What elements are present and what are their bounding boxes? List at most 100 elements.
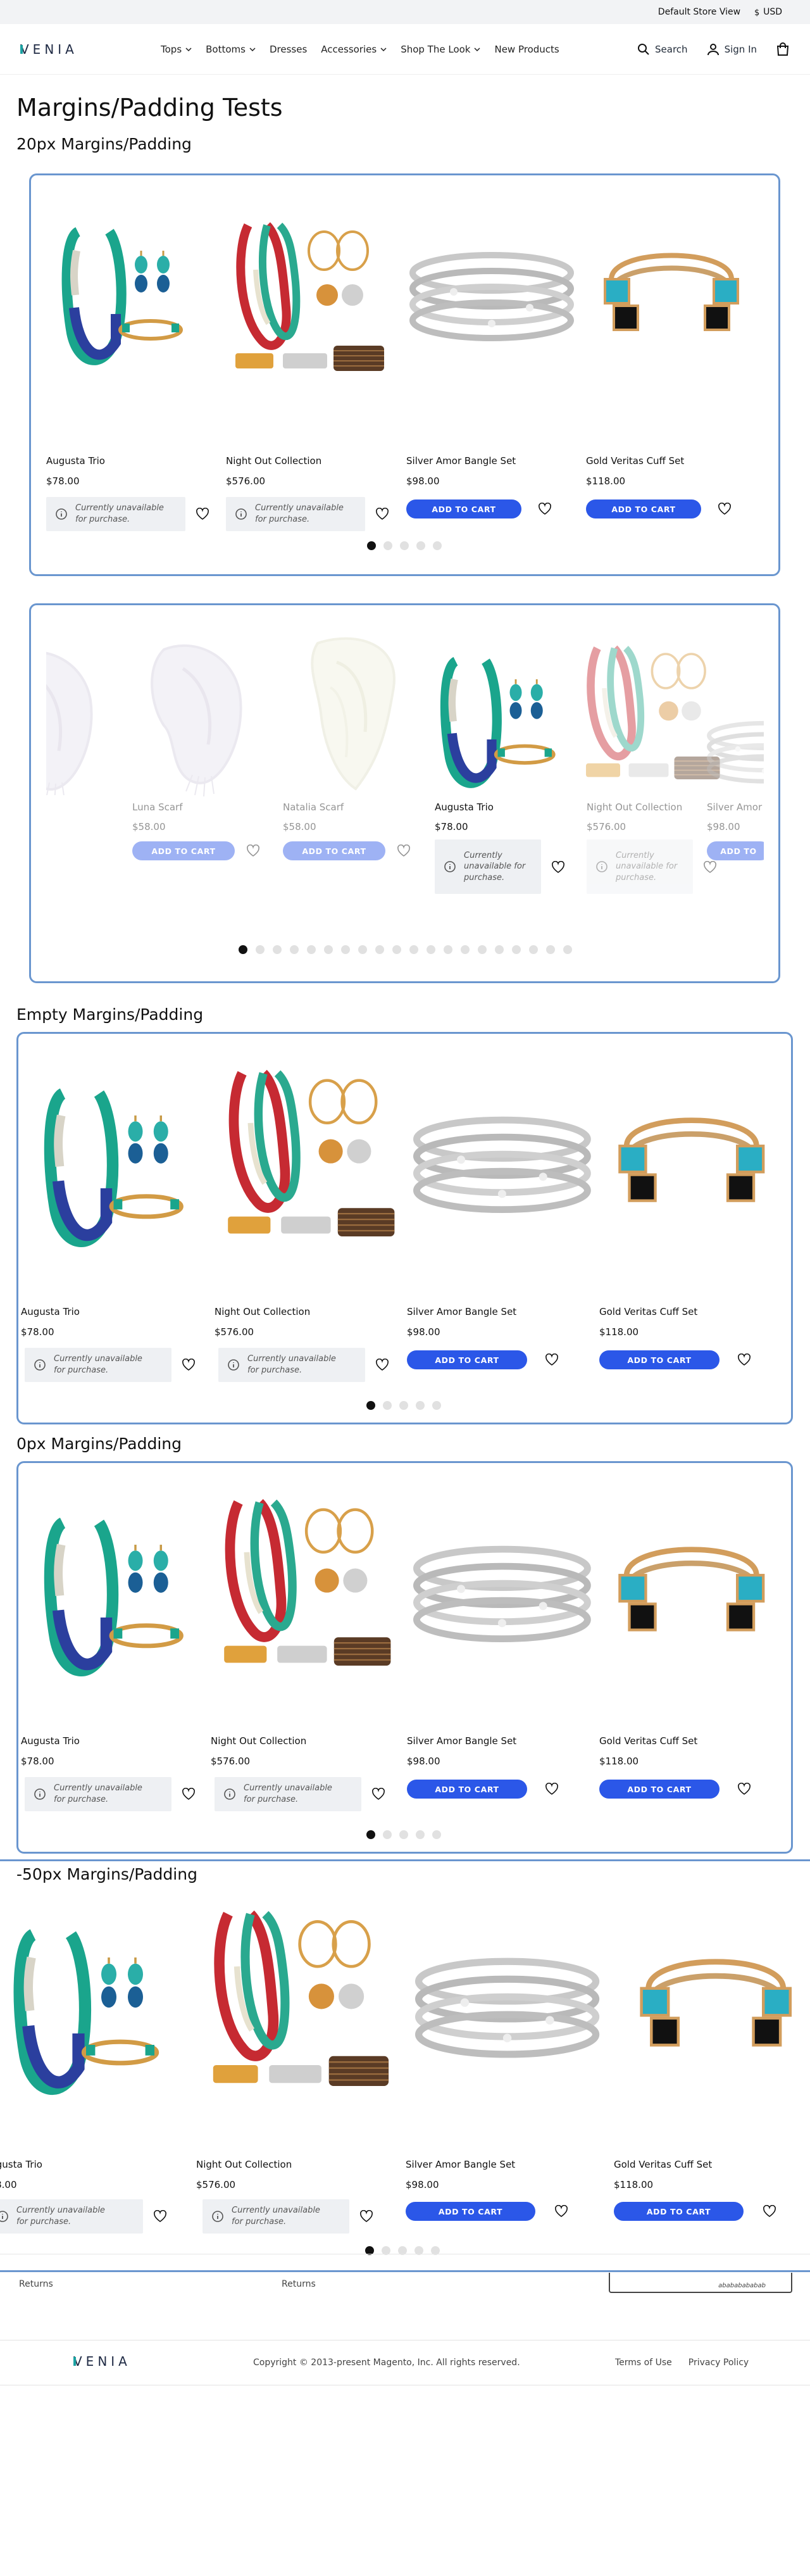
privacy-policy-link[interactable]: Privacy Policy	[688, 2358, 749, 2368]
product-card-silver-amor[interactable]: Silver Amor Bangle Set $98.00 ADD TO CAR…	[406, 1899, 608, 2254]
product-card-augusta[interactable]: Augusta Trio $78.00 Currently unavailabl…	[21, 1040, 211, 1395]
carousel-dot[interactable]	[563, 945, 572, 954]
carousel-dot[interactable]	[409, 945, 418, 954]
product-name[interactable]: Luna Scarf	[132, 801, 182, 813]
carousel-dot[interactable]	[495, 945, 504, 954]
carousel-dot[interactable]	[273, 945, 282, 954]
add-to-cart-button[interactable]: ADD TO CART	[599, 1350, 720, 1369]
wishlist-button[interactable]	[375, 1359, 389, 1371]
product-name[interactable]: Augusta Trio	[0, 2159, 42, 2170]
wishlist-button[interactable]	[371, 1788, 385, 1800]
product-card-night-out[interactable]: Night Out Collection $576.00 Currently u…	[215, 1040, 404, 1395]
product-card-augusta[interactable]: Augusta Trio $78.00 Currently unavailabl…	[21, 1469, 211, 1824]
product-name[interactable]: Silver Amor Bangle Set	[407, 1306, 516, 1317]
product-card-gold-veritas[interactable]: Gold Veritas Cuff Set $118.00 ADD TO CAR…	[614, 1899, 810, 2254]
carousel-dot[interactable]	[341, 945, 350, 954]
wishlist-button[interactable]	[545, 1354, 559, 1366]
product-name[interactable]: Augusta Trio	[46, 455, 105, 467]
product-name[interactable]: Augusta Trio	[21, 1735, 80, 1747]
product-name[interactable]: Gold Veritas Cuff Set	[586, 455, 684, 467]
product-name[interactable]: Natalia Scarf	[283, 801, 344, 813]
product-card-night-out[interactable]: Night Out Collection $576.00 Currently u…	[226, 191, 403, 532]
product-card-natalia[interactable]: Natalia Scarf $58.00 ADD TO CART	[277, 631, 416, 960]
search-trigger[interactable]: Search	[637, 43, 688, 56]
product-card-gold-veritas[interactable]: Gold Veritas Cuff Set $118.00 ADD TO CAR…	[599, 1469, 789, 1824]
nav-bottoms[interactable]: Bottoms	[206, 44, 256, 55]
product-name[interactable]: Silver Amor Bangle Set	[406, 2159, 515, 2170]
carousel-dot[interactable]	[478, 945, 487, 954]
add-to-cart-button[interactable]: ADD TO CART	[407, 1350, 527, 1369]
wishlist-button[interactable]	[554, 2205, 568, 2218]
carousel-dot[interactable]	[433, 541, 442, 550]
carousel-dot[interactable]	[444, 945, 452, 954]
carousel-dot[interactable]	[324, 945, 333, 954]
wishlist-button[interactable]	[737, 1354, 751, 1366]
sign-in-trigger[interactable]: Sign In	[707, 43, 757, 56]
nav-shop-the-look[interactable]: Shop The Look	[401, 44, 481, 55]
carousel-dot[interactable]	[383, 1401, 392, 1410]
carousel-dot[interactable]	[400, 541, 409, 550]
carousel-dot[interactable]	[366, 1401, 375, 1410]
carousel-dot[interactable]	[392, 945, 401, 954]
product-card-silver-amor-partial[interactable]: Silver Amor $98.00 ADD TO	[707, 631, 764, 960]
product-card-augusta[interactable]: Augusta Trio $78.00 Currently unavailabl…	[428, 631, 574, 960]
wishlist-button[interactable]	[182, 1359, 196, 1371]
carousel-dot[interactable]	[512, 945, 521, 954]
product-name[interactable]: Silver Amor Bangle Set	[406, 455, 516, 467]
product-name[interactable]: Night Out Collection	[587, 801, 682, 813]
add-to-cart-button[interactable]: ADD TO CART	[132, 841, 235, 860]
add-to-cart-button[interactable]: ADD TO	[707, 841, 764, 860]
product-card-silver-amor[interactable]: Silver Amor Bangle Set $98.00 ADD TO CAR…	[407, 1040, 597, 1395]
add-to-cart-button[interactable]: ADD TO CART	[406, 2202, 535, 2221]
carousel-dot[interactable]	[383, 1830, 392, 1839]
carousel-dot[interactable]	[427, 945, 435, 954]
product-card-augusta[interactable]: Augusta Trio $78.00 Currently unavailabl…	[0, 1899, 186, 2254]
nav-tops[interactable]: Tops	[161, 44, 192, 55]
product-name[interactable]: Gold Veritas Cuff Set	[599, 1306, 697, 1317]
wishlist-button[interactable]	[718, 503, 732, 515]
product-card-night-out[interactable]: Night Out Collection $576.00 Currently u…	[211, 1469, 401, 1824]
cart-trigger[interactable]	[776, 42, 790, 56]
wishlist-button[interactable]	[246, 845, 260, 857]
product-card-silver-amor[interactable]: Silver Amor Bangle Set $98.00 ADD TO CAR…	[407, 1469, 597, 1824]
wishlist-button[interactable]	[196, 508, 209, 520]
carousel-dot[interactable]	[358, 945, 367, 954]
product-name[interactable]: Night Out Collection	[196, 2159, 292, 2170]
wishlist-button[interactable]	[182, 1788, 196, 1800]
product-card-gold-veritas[interactable]: Gold Veritas Cuff Set $118.00 ADD TO CAR…	[586, 191, 763, 532]
wishlist-button[interactable]	[551, 861, 565, 874]
product-card-luna[interactable]: Luna Scarf $58.00 ADD TO CART	[126, 631, 265, 960]
add-to-cart-button[interactable]: ADD TO CART	[283, 841, 385, 860]
product-card-gold-veritas[interactable]: Gold Veritas Cuff Set $118.00 ADD TO CAR…	[599, 1040, 789, 1395]
carousel-dot[interactable]	[383, 541, 392, 550]
wishlist-button[interactable]	[763, 2205, 776, 2218]
wishlist-button[interactable]	[375, 508, 389, 520]
nav-accessories[interactable]: Accessories	[321, 44, 387, 55]
product-name[interactable]: Night Out Collection	[211, 1735, 306, 1747]
wishlist-button[interactable]	[153, 2210, 167, 2223]
product-card-silver-amor[interactable]: Silver Amor Bangle Set $98.00 ADD TO CAR…	[406, 191, 583, 532]
carousel-dot[interactable]	[416, 1830, 425, 1839]
nav-dresses[interactable]: Dresses	[270, 44, 307, 55]
product-name[interactable]: Night Out Collection	[226, 455, 321, 467]
terms-of-use-link[interactable]: Terms of Use	[615, 2358, 672, 2368]
carousel-dot[interactable]	[290, 945, 299, 954]
product-name[interactable]: Gold Veritas Cuff Set	[614, 2159, 712, 2170]
add-to-cart-button[interactable]: ADD TO CART	[407, 1780, 527, 1799]
carousel-dot[interactable]	[399, 1830, 408, 1839]
carousel-dot[interactable]	[256, 945, 265, 954]
carousel-dot[interactable]	[432, 1830, 441, 1839]
carousel-dot[interactable]	[366, 1830, 375, 1839]
carousel-dot[interactable]	[367, 541, 376, 550]
footer-logo[interactable]: VENIA	[73, 2354, 143, 2371]
product-name[interactable]: Augusta Trio	[21, 1306, 80, 1317]
product-name[interactable]: Gold Veritas Cuff Set	[599, 1735, 697, 1747]
product-card-augusta[interactable]: Augusta Trio $78.00 Currently unavailabl…	[46, 191, 217, 532]
add-to-cart-button[interactable]: ADD TO CART	[406, 499, 521, 518]
product-card-night-out[interactable]: Night Out Collection $576.00 Currently u…	[580, 631, 726, 960]
store-switcher[interactable]: Default Store View	[658, 7, 740, 17]
carousel-dot[interactable]	[307, 945, 316, 954]
carousel-dot[interactable]	[461, 945, 470, 954]
product-name[interactable]: Silver Amor Bangle Set	[407, 1735, 516, 1747]
add-to-cart-button[interactable]: ADD TO CART	[599, 1780, 720, 1799]
